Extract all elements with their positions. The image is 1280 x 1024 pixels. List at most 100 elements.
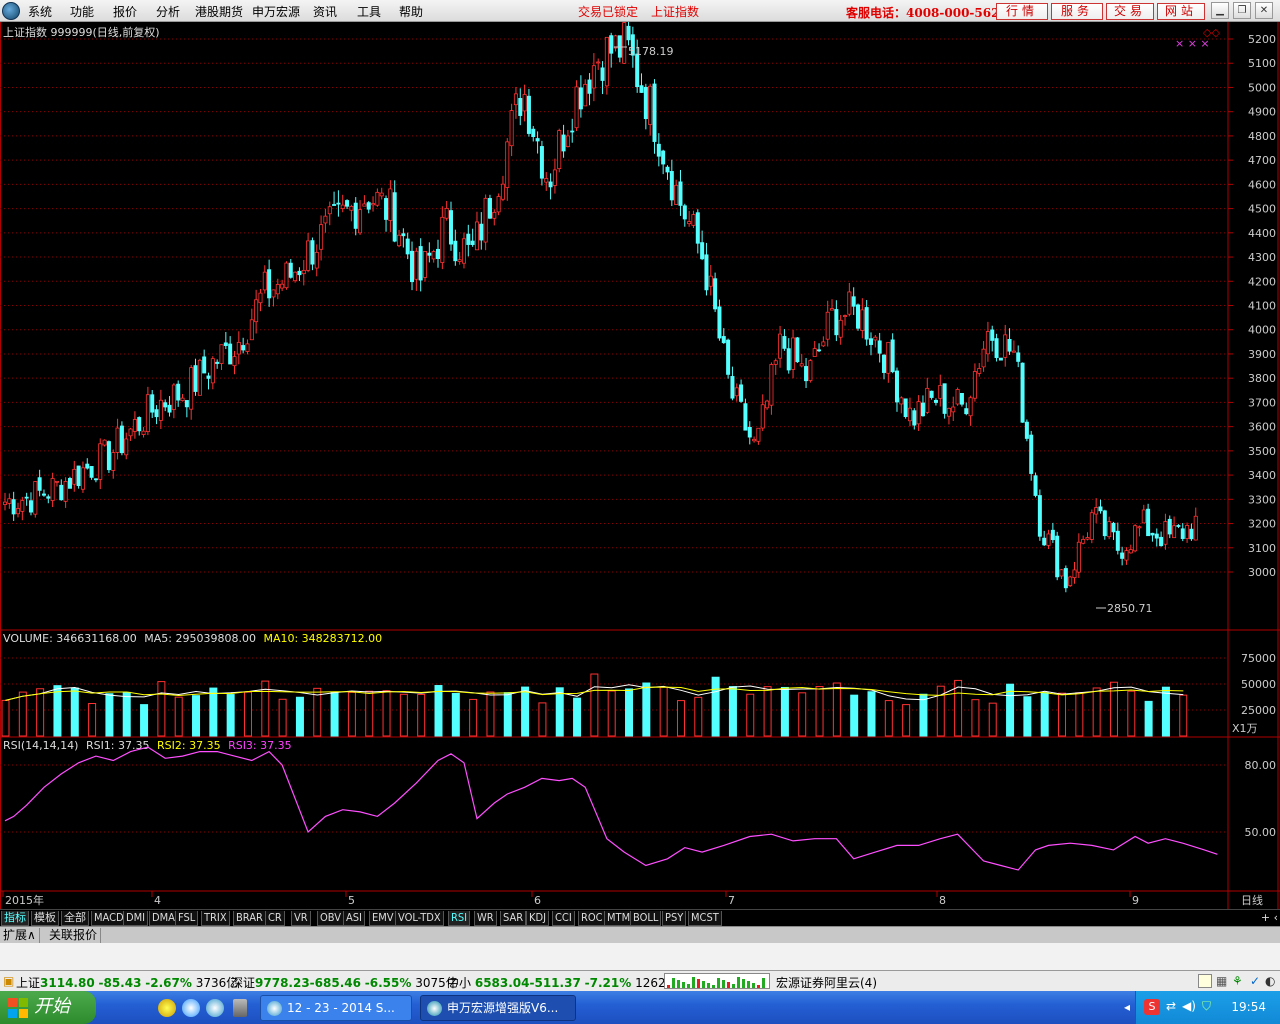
related-quotes-tab[interactable]: 关联报价	[46, 928, 102, 943]
candle	[552, 158, 557, 194]
expand-icon[interactable]: ◇◇	[1203, 26, 1220, 39]
candle	[401, 228, 406, 248]
candle	[951, 396, 956, 421]
candle-body-up	[565, 135, 570, 147]
tab-scroll-buttons[interactable]: + ‹	[1261, 911, 1278, 924]
candle-body-up	[180, 397, 185, 401]
candle	[1037, 489, 1042, 541]
tab-obv[interactable]: OBV	[317, 911, 345, 926]
clock[interactable]: 19:54	[1231, 1000, 1266, 1014]
tab-rsi[interactable]: RSI	[448, 911, 471, 926]
quicklaunch-add-icon[interactable]	[158, 999, 176, 1017]
tab-macd[interactable]: MACD	[91, 911, 127, 926]
candle-body-up	[457, 259, 462, 262]
expand-tab[interactable]: 扩展∧	[0, 928, 40, 943]
tab-boll[interactable]: BOLL	[630, 911, 662, 926]
price-tick-label: 4000	[1248, 324, 1276, 337]
menu-tools[interactable]: 工具	[357, 3, 381, 20]
tab-cr[interactable]: CR	[265, 911, 285, 926]
calculator-icon[interactable]: ▦	[1216, 974, 1227, 988]
tab-asi[interactable]: ASI	[343, 911, 365, 926]
taskbar-item-swhy[interactable]: 申万宏源增强版V6...	[420, 995, 576, 1021]
sz-index[interactable]: 深证9778.23-685.46 -6.55% 3075亿	[231, 974, 458, 991]
tab-sar[interactable]: SAR	[500, 911, 527, 926]
candle-body-up	[838, 319, 843, 338]
menu-help[interactable]: 帮助	[399, 3, 423, 20]
candle	[50, 472, 55, 508]
news-ticker[interactable]: 宏源证券阿里云(4)	[776, 974, 877, 991]
candle-body-up	[847, 291, 852, 315]
tab-dma[interactable]: DMA	[149, 911, 178, 926]
candle	[193, 358, 198, 396]
trade-button[interactable]: 交易	[1106, 3, 1154, 20]
taskbar-item-browser[interactable]: 12 - 23 - 2014 S...	[260, 995, 412, 1021]
menu-quote[interactable]: 报价	[113, 3, 137, 20]
candle-body-down	[864, 307, 869, 340]
volume-icon[interactable]: ◀)	[1182, 999, 1196, 1013]
volume-bar	[1040, 692, 1049, 737]
settings-icon[interactable]: ⚘	[1232, 974, 1243, 988]
volume-value: VOLUME: 346631168.00	[3, 632, 137, 645]
tab-vr[interactable]: VR	[291, 911, 311, 926]
candle-body-up	[245, 343, 250, 352]
tab-vol-tdx[interactable]: VOL-TDX	[395, 911, 444, 926]
candle-body-down	[345, 200, 350, 207]
candle-body-up	[431, 251, 436, 260]
start-button[interactable]: 开始	[0, 991, 96, 1024]
service-button[interactable]: 服务	[1051, 3, 1103, 20]
menu-analysis[interactable]: 分析	[156, 3, 180, 20]
tab-指标[interactable]: 指标	[1, 911, 29, 926]
close-icon[interactable]: ✕	[1255, 2, 1273, 19]
candle-body-down	[46, 496, 51, 499]
candle	[544, 172, 549, 191]
candle	[262, 265, 267, 294]
menu-news[interactable]: 资讯	[313, 3, 337, 20]
tab-roc[interactable]: ROC	[578, 911, 606, 926]
menu-hk-futures[interactable]: 港股期货	[195, 3, 243, 20]
candle	[340, 194, 345, 213]
candle-body-down	[518, 97, 523, 116]
tab-wr[interactable]: WR	[474, 911, 497, 926]
tab-dmi[interactable]: DMI	[123, 911, 149, 926]
volume-bar	[243, 691, 252, 737]
menu-function[interactable]: 功能	[70, 3, 94, 20]
tab-cci[interactable]: CCI	[552, 911, 575, 926]
website-button[interactable]: 网站	[1157, 3, 1205, 20]
help-icon[interactable]: ✓	[1250, 974, 1260, 988]
quicklaunch-ie-icon[interactable]	[182, 999, 200, 1017]
tab-模板[interactable]: 模板	[31, 911, 59, 926]
tab-fsl[interactable]: FSL	[175, 911, 199, 926]
candle	[11, 491, 16, 521]
tab-brar[interactable]: BRAR	[233, 911, 266, 926]
market-button[interactable]: 行情	[996, 3, 1048, 20]
tab-全部[interactable]: 全部	[61, 911, 89, 926]
ime-toggle-icon[interactable]: ⇄	[1166, 999, 1176, 1013]
stock-chart[interactable]: 3000 3100 3200 3300 3400 3500 3600 3700 3800 3900…	[0, 22, 1280, 909]
tab-mcst[interactable]: MCST	[688, 911, 722, 926]
tab-trix[interactable]: TRIX	[201, 911, 230, 926]
candle-body-down	[184, 400, 189, 408]
candle-body-down	[730, 376, 735, 399]
restore-icon[interactable]: ❐	[1233, 2, 1251, 19]
minimize-icon[interactable]: ▁	[1211, 2, 1229, 19]
tab-psy[interactable]: PSY	[662, 911, 687, 926]
quicklaunch-browser-icon[interactable]	[206, 999, 224, 1017]
sh-index[interactable]: 上证3114.80 -85.43 -2.67% 3736亿	[16, 974, 238, 991]
candle	[661, 149, 666, 175]
sme-index[interactable]: 中小 6583.04-511.37 -7.21% 1262亿	[447, 974, 678, 991]
candle	[327, 201, 332, 226]
candle	[345, 199, 350, 210]
tab-kdj[interactable]: KDJ	[526, 911, 550, 926]
notepad-icon[interactable]	[1198, 974, 1212, 988]
menu-swhy[interactable]: 申万宏源	[252, 3, 300, 20]
sogou-ime-icon[interactable]: S	[1144, 999, 1160, 1015]
candle	[496, 193, 501, 216]
tab-mtm[interactable]: MTM	[604, 911, 634, 926]
menu-system[interactable]: 系统	[28, 3, 52, 20]
candle	[89, 466, 94, 480]
quicklaunch-desktop-icon[interactable]	[233, 999, 247, 1017]
tab-emv[interactable]: EMV	[369, 911, 397, 926]
signal-icon[interactable]: ◐	[1265, 974, 1275, 988]
security-shield-icon[interactable]: ⛉	[1202, 999, 1211, 1014]
tray-expand-icon[interactable]: ◂	[1124, 1000, 1130, 1014]
